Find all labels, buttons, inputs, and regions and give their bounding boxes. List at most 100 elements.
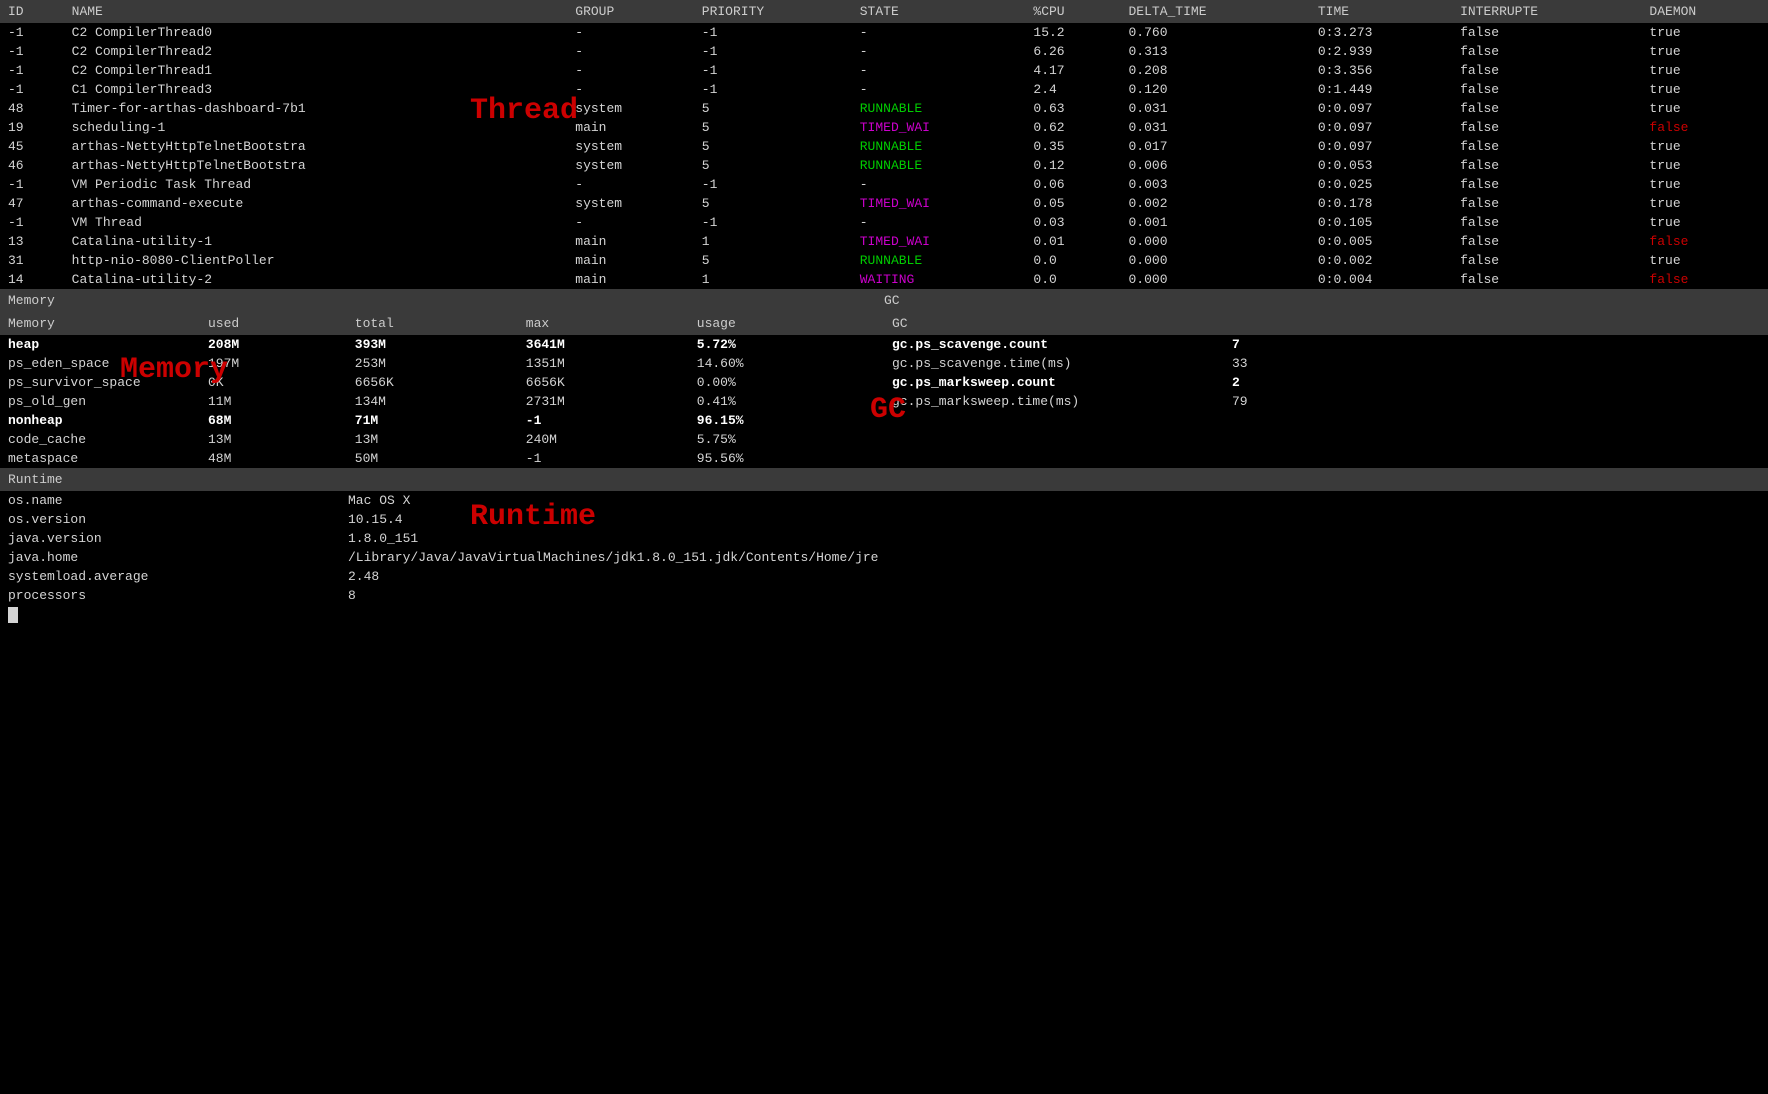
runtime-row: processors 8 xyxy=(0,586,1768,605)
runtime-row: os.name Mac OS X xyxy=(0,491,1768,510)
cell-cpu: 0.0 xyxy=(1025,251,1120,270)
cell-id: -1 xyxy=(0,61,64,80)
cell-daemon: false xyxy=(1641,232,1768,251)
cell-interrupted: false xyxy=(1452,137,1641,156)
gc-section: GC gc.ps_scavenge.count 7 gc.ps_scavenge… xyxy=(884,312,1768,468)
table-row: -1 C2 CompilerThread0 - -1 - 15.2 0.760 … xyxy=(0,23,1768,42)
col-id: ID xyxy=(0,0,64,23)
cell-priority: 5 xyxy=(694,251,852,270)
cell-daemon: true xyxy=(1641,175,1768,194)
mem-name: code_cache xyxy=(0,430,200,449)
table-row: 13 Catalina-utility-1 main 1 TIMED_WAI 0… xyxy=(0,232,1768,251)
cell-time: 0:0.178 xyxy=(1310,194,1452,213)
cell-time: 0:0.053 xyxy=(1310,156,1452,175)
cell-time: 0:3.356 xyxy=(1310,61,1452,80)
runtime-row: os.version 10.15.4 xyxy=(0,510,1768,529)
cell-time: 0:0.025 xyxy=(1310,175,1452,194)
mem-usage: 5.72% xyxy=(689,335,884,354)
cell-priority: 5 xyxy=(694,194,852,213)
mem-name: heap xyxy=(0,335,200,354)
mem-name: nonheap xyxy=(0,411,200,430)
cell-time: 0:0.097 xyxy=(1310,118,1452,137)
cell-group: - xyxy=(567,61,694,80)
memory-header-label: Memory xyxy=(8,293,884,308)
mem-col-usage: usage xyxy=(689,312,884,335)
cell-state: - xyxy=(852,175,1026,194)
cell-state: - xyxy=(852,61,1026,80)
cell-interrupted: false xyxy=(1452,270,1641,289)
cell-cpu: 0.05 xyxy=(1025,194,1120,213)
cell-name: arthas-NettyHttpTelnetBootstra xyxy=(64,156,568,175)
cell-time: 0:0.002 xyxy=(1310,251,1452,270)
mem-total: 6656K xyxy=(347,373,518,392)
table-row: 48 Timer-for-arthas-dashboard-7b1 system… xyxy=(0,99,1768,118)
cell-cpu: 0.12 xyxy=(1025,156,1120,175)
cell-cpu: 0.0 xyxy=(1025,270,1120,289)
cell-id: -1 xyxy=(0,42,64,61)
memory-row: ps_old_gen 11M 134M 2731M 0.41% xyxy=(0,392,884,411)
gc-row: gc.ps_scavenge.time(ms) 33 xyxy=(884,354,1768,373)
table-row: 31 http-nio-8080-ClientPoller main 5 RUN… xyxy=(0,251,1768,270)
cell-delta: 0.208 xyxy=(1120,61,1309,80)
runtime-value: 8 xyxy=(340,586,1768,605)
table-row: -1 C1 CompilerThread3 - -1 - 2.4 0.120 0… xyxy=(0,80,1768,99)
cell-time: 0:0.097 xyxy=(1310,137,1452,156)
cell-group: main xyxy=(567,251,694,270)
cell-daemon: true xyxy=(1641,42,1768,61)
cell-name: arthas-command-execute xyxy=(64,194,568,213)
cell-id: 31 xyxy=(0,251,64,270)
cell-state: - xyxy=(852,42,1026,61)
cell-id: -1 xyxy=(0,175,64,194)
mem-col-total: total xyxy=(347,312,518,335)
mem-max: -1 xyxy=(518,449,689,468)
cell-delta: 0.003 xyxy=(1120,175,1309,194)
gc-value: 7 xyxy=(1224,335,1768,354)
cell-name: VM Periodic Task Thread xyxy=(64,175,568,194)
gc-tbody: gc.ps_scavenge.count 7 gc.ps_scavenge.ti… xyxy=(884,335,1768,411)
cell-interrupted: false xyxy=(1452,118,1641,137)
mem-max: -1 xyxy=(518,411,689,430)
cell-state: RUNNABLE xyxy=(852,156,1026,175)
col-priority: PRIORITY xyxy=(694,0,852,23)
gc-table: GC gc.ps_scavenge.count 7 gc.ps_scavenge… xyxy=(884,312,1768,411)
cell-id: 19 xyxy=(0,118,64,137)
cell-group: main xyxy=(567,118,694,137)
cell-daemon: true xyxy=(1641,23,1768,42)
cell-delta: 0.031 xyxy=(1120,118,1309,137)
gc-value: 79 xyxy=(1224,392,1768,411)
cell-delta: 0.000 xyxy=(1120,232,1309,251)
mem-usage: 96.15% xyxy=(689,411,884,430)
runtime-tbody: os.name Mac OS X os.version 10.15.4 java… xyxy=(0,491,1768,605)
cell-priority: -1 xyxy=(694,23,852,42)
runtime-overlay-label: Runtime xyxy=(470,500,596,534)
cell-delta: 0.120 xyxy=(1120,80,1309,99)
memory-row: heap 208M 393M 3641M 5.72% xyxy=(0,335,884,354)
col-delta: DELTA_TIME xyxy=(1120,0,1309,23)
cell-delta: 0.313 xyxy=(1120,42,1309,61)
cell-name: arthas-NettyHttpTelnetBootstra xyxy=(64,137,568,156)
cell-name: Catalina-utility-1 xyxy=(64,232,568,251)
cell-daemon: true xyxy=(1641,213,1768,232)
cell-cpu: 4.17 xyxy=(1025,61,1120,80)
col-group: GROUP xyxy=(567,0,694,23)
cell-group: system xyxy=(567,99,694,118)
mem-total: 13M xyxy=(347,430,518,449)
cell-priority: 1 xyxy=(694,232,852,251)
thread-overlay-label: Thread xyxy=(470,94,578,128)
cell-priority: -1 xyxy=(694,213,852,232)
thread-table-header: ID NAME GROUP PRIORITY STATE %CPU DELTA_… xyxy=(0,0,1768,23)
cell-time: 0:0.004 xyxy=(1310,270,1452,289)
runtime-key: processors xyxy=(0,586,340,605)
cell-priority: -1 xyxy=(694,42,852,61)
col-cpu: %CPU xyxy=(1025,0,1120,23)
cell-state: RUNNABLE xyxy=(852,99,1026,118)
runtime-key: os.name xyxy=(0,491,340,510)
memory-gc-header: Memory GC xyxy=(0,289,1768,312)
cell-interrupted: false xyxy=(1452,61,1641,80)
cell-time: 0:1.449 xyxy=(1310,80,1452,99)
runtime-row: java.home /Library/Java/JavaVirtualMachi… xyxy=(0,548,1768,567)
memory-overlay-label: Memory xyxy=(120,353,228,387)
runtime-row: systemload.average 2.48 xyxy=(0,567,1768,586)
cell-name: VM Thread xyxy=(64,213,568,232)
cell-delta: 0.031 xyxy=(1120,99,1309,118)
